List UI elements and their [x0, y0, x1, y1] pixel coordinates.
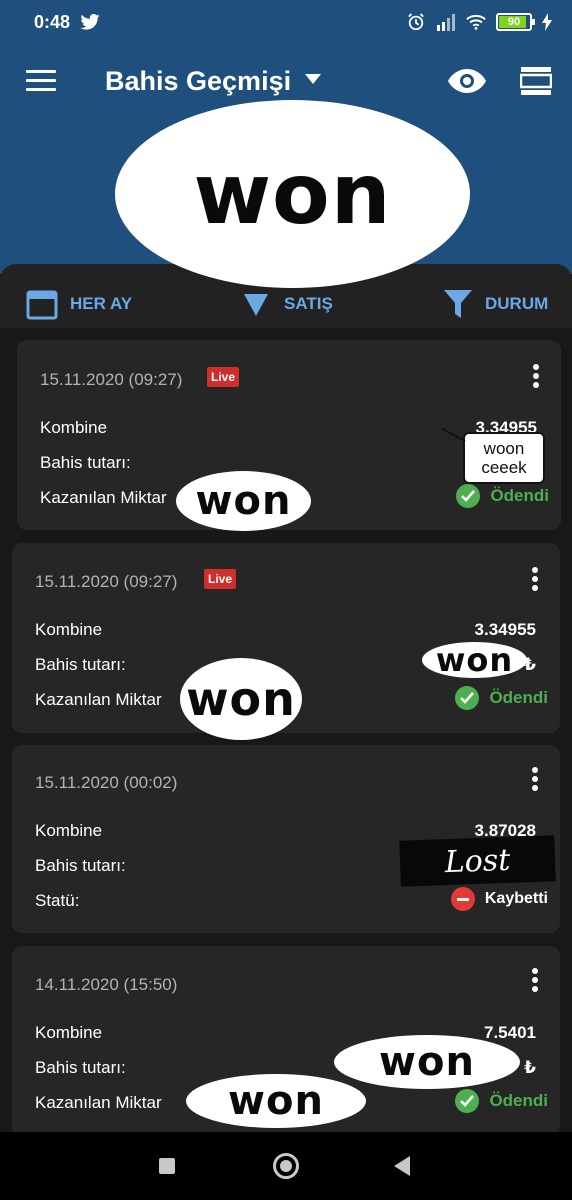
won-sticker: won	[186, 1074, 366, 1128]
row-label: Kombine	[35, 1023, 103, 1042]
speech-bubble-sticker: woon ceeek	[463, 432, 545, 484]
filter-status-label: DURUM	[485, 294, 549, 313]
status-icons: 90	[406, 13, 552, 31]
recent-apps-button[interactable]	[159, 1158, 175, 1174]
status-bar: 0:48 90	[0, 0, 572, 44]
bet-date: 15.11.2020 (09:27)	[35, 572, 178, 591]
bet-date: 14.11.2020 (15:50)	[35, 975, 178, 994]
more-options-icon[interactable]	[533, 364, 539, 388]
charging-icon	[542, 13, 552, 31]
row-label: Kazanılan Miktar	[35, 690, 162, 709]
filter-month-label: HER AY	[70, 294, 133, 313]
status-paid: Ödendi	[455, 1089, 548, 1113]
row-label: Kombine	[35, 620, 103, 639]
signal-icon	[437, 14, 455, 31]
won-sticker: won	[180, 658, 302, 740]
status-time: 0:48	[34, 11, 71, 32]
wifi-icon	[466, 14, 486, 30]
home-button[interactable]	[273, 1153, 299, 1179]
status-paid: Ödendi	[456, 484, 549, 508]
status-label: Ödendi	[489, 1091, 548, 1110]
check-icon	[455, 686, 480, 710]
status-label: Kaybetti	[484, 890, 548, 907]
more-options-icon[interactable]	[532, 567, 538, 591]
funnel-icon	[444, 290, 472, 318]
row-label: Bahis tutarı:	[40, 453, 131, 472]
status-lost: Kaybetti	[450, 887, 548, 911]
status-label: Ödendi	[490, 486, 549, 505]
row-value: ₺	[524, 1058, 536, 1077]
system-nav-bar	[0, 1132, 572, 1200]
more-options-icon[interactable]	[532, 968, 538, 992]
row-label: Statü:	[35, 891, 80, 910]
row-label: Kazanılan Miktar	[35, 1093, 162, 1112]
row-label: Bahis tutarı:	[35, 856, 126, 875]
screen: 0:48 90 Bahis Geçmişi won HER AY SATIŞ D…	[0, 0, 572, 1200]
bet-date: 15.11.2020 (00:02)	[35, 773, 178, 792]
battery-indicator: 90	[496, 13, 535, 31]
alarm-icon	[408, 13, 424, 31]
row-label: Kombine	[35, 821, 103, 840]
won-sticker: won	[115, 100, 470, 288]
bet-date: 15.11.2020 (09:27)	[40, 370, 183, 389]
status-label: Ödendi	[489, 688, 548, 707]
menu-icon[interactable]	[26, 70, 56, 92]
twitter-icon	[80, 14, 100, 30]
sort-icon	[244, 294, 268, 316]
row-label: Bahis tutarı:	[35, 1058, 126, 1077]
row-label: Kazanılan Miktar	[40, 488, 167, 507]
filter-sort-label: SATIŞ	[284, 294, 333, 313]
battery-level: 90	[507, 16, 521, 28]
eye-icon[interactable]	[447, 66, 487, 96]
row-label: Kombine	[40, 418, 108, 437]
live-badge: Live	[204, 569, 237, 589]
live-badge: Live	[207, 367, 240, 387]
filter-status[interactable]: DURUM	[443, 288, 548, 320]
calendar-icon	[26, 290, 58, 320]
back-button[interactable]	[394, 1156, 410, 1176]
filter-sort[interactable]: SATIŞ	[240, 288, 333, 320]
page-title[interactable]: Bahis Geçmişi	[105, 66, 291, 97]
check-icon	[456, 484, 481, 508]
status-paid: Ödendi	[455, 686, 548, 710]
caret-down-icon[interactable]	[305, 74, 321, 84]
row-label: Bahis tutarı:	[35, 655, 126, 674]
filter-month[interactable]: HER AY	[26, 288, 132, 320]
row-value: 7.5401	[484, 1023, 536, 1042]
row-value: 3.34955	[474, 620, 536, 639]
list-view-icon[interactable]	[520, 66, 552, 96]
won-sticker: won	[422, 641, 527, 679]
won-sticker: won	[176, 471, 311, 531]
lost-sticker: Lost	[399, 835, 556, 887]
more-options-icon[interactable]	[532, 767, 538, 791]
check-icon	[455, 1089, 480, 1113]
minus-circle-icon	[450, 887, 475, 911]
won-sticker: won	[334, 1035, 520, 1089]
